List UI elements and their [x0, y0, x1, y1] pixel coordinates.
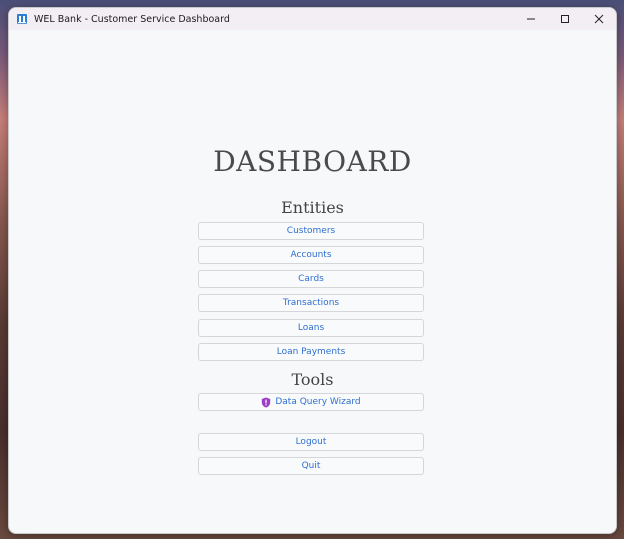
cards-button[interactable]: Cards: [198, 270, 424, 288]
entities-heading: Entities: [281, 198, 344, 217]
maximize-icon: [561, 15, 569, 23]
minimize-icon: [527, 18, 535, 20]
title-bar[interactable]: WEL Bank - Customer Service Dashboard: [9, 8, 616, 30]
minimize-button[interactable]: [514, 8, 548, 30]
loan-payments-button[interactable]: Loan Payments: [198, 343, 424, 361]
app-window: WEL Bank - Customer Service Dashboard DA…: [8, 7, 617, 534]
bank-icon: [16, 13, 28, 25]
close-button[interactable]: [582, 8, 616, 30]
data-query-wizard-button[interactable]: Data Query Wizard: [198, 393, 424, 411]
customers-button[interactable]: Customers: [198, 222, 424, 240]
dashboard-content: DASHBOARD Entities Customers Accounts Ca…: [9, 30, 616, 533]
data-query-wizard-label: Data Query Wizard: [275, 397, 361, 407]
loans-button[interactable]: Loans: [198, 319, 424, 337]
window-controls: [514, 8, 616, 30]
quit-button[interactable]: Quit: [198, 457, 424, 475]
shield-icon: [261, 397, 271, 408]
tools-heading: Tools: [291, 370, 334, 389]
window-title: WEL Bank - Customer Service Dashboard: [34, 13, 230, 25]
maximize-button[interactable]: [548, 8, 582, 30]
close-icon: [594, 14, 604, 24]
accounts-button[interactable]: Accounts: [198, 246, 424, 264]
page-title: DASHBOARD: [213, 145, 412, 178]
logout-button[interactable]: Logout: [198, 433, 424, 451]
transactions-button[interactable]: Transactions: [198, 294, 424, 312]
